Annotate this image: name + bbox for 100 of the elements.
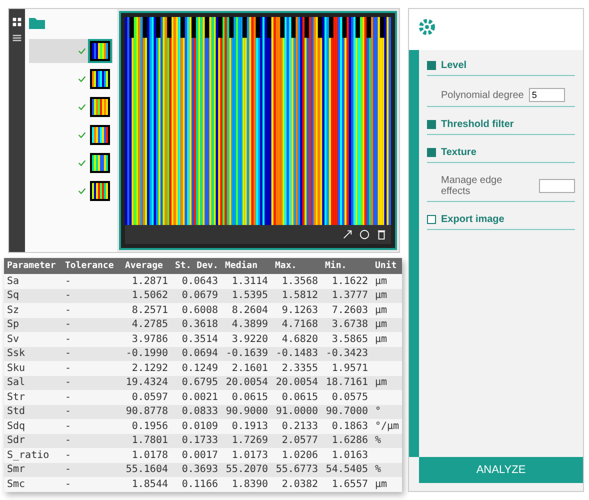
table-cell-text: 20.0054 (274, 377, 319, 388)
table-cell-text: -0.3423 (324, 348, 369, 360)
table-cell-text: 3.9786 (130, 334, 169, 345)
table-cell-text: Sa (6, 276, 20, 287)
table-cell-text: 0.2133 (280, 420, 319, 432)
table-cell-text: % (374, 464, 382, 476)
table-cell-text: 1.6286 (330, 435, 369, 446)
table-cell-text: µm (374, 304, 388, 316)
table-cell-text: 2.3355 (280, 362, 319, 374)
menu-icon[interactable] (12, 33, 22, 43)
table-cell-text: 1.3777 (330, 290, 369, 302)
column-header: St. Dev. (174, 261, 220, 271)
checkbox[interactable] (427, 148, 436, 157)
column-header: Unit (374, 261, 398, 271)
folder-icon[interactable] (29, 17, 45, 29)
table-cell-text: S_ratio (6, 450, 50, 461)
table-cell-text: 55.2070 (224, 464, 269, 476)
thumbnail-image[interactable] (90, 125, 110, 145)
table-cell-text: 1.5062 (130, 290, 169, 302)
circle-icon[interactable] (359, 229, 370, 240)
trash-icon[interactable] (376, 229, 387, 240)
table-cell-text: - (64, 450, 72, 461)
table-cell-text: -0.1483 (274, 348, 319, 360)
table-cell-text: 0.0575 (330, 392, 369, 403)
table-cell-text: 90.7000 (324, 406, 369, 418)
table-cell-text: 0.0679 (180, 290, 219, 302)
table-cell-text: Smc (6, 478, 26, 490)
table-cell-text: 18.7161 (324, 377, 369, 388)
table-cell-text: 1.6557 (330, 478, 369, 490)
thumbnail-image[interactable] (90, 181, 110, 201)
table-cell-text: 0.1863 (330, 420, 369, 432)
table-cell-text: 8.2571 (130, 304, 169, 316)
table-cell-text: Sp (6, 319, 20, 330)
table-cell-text: 0.0109 (180, 420, 219, 432)
table-cell-text: 4.7168 (280, 319, 319, 330)
table-cell-text: 90.9000 (224, 406, 269, 418)
table-cell-text: 0.0615 (230, 392, 269, 403)
table-cell-text: - (64, 392, 72, 403)
checkbox[interactable] (427, 120, 436, 129)
table-cell-text: 0.0017 (180, 450, 219, 461)
table-cell-text: 1.2871 (130, 276, 169, 287)
table-cell-text: 0.0643 (180, 276, 219, 287)
thumbnail-image[interactable] (90, 41, 110, 61)
table-cell-text: µm (374, 276, 388, 287)
table-cell-text: - (64, 348, 72, 360)
table-cell-text: 1.1622 (330, 276, 369, 287)
table-cell-text: 0.0615 (280, 392, 319, 403)
table-cell-text: µm (374, 478, 388, 490)
table-cell-text: - (64, 304, 72, 316)
table-cell-text: 0.6795 (180, 377, 219, 388)
table-cell-text: 0.0833 (180, 406, 219, 418)
table-cell-text: 2.1601 (230, 362, 269, 374)
option-label: Threshold filter (441, 119, 514, 130)
table-cell-text: 20.0054 (224, 377, 269, 388)
table-cell-text: 0.1733 (180, 435, 219, 446)
table-cell-text: 1.7269 (230, 435, 269, 446)
column-header: Min. (324, 261, 348, 271)
table-cell-text: 0.0694 (180, 348, 219, 360)
table-cell-text: 1.0206 (280, 450, 319, 461)
table-cell-text: 7.2603 (330, 304, 369, 316)
thumbnail-image[interactable] (90, 69, 110, 89)
option-label: Texture (441, 147, 476, 158)
table-cell-text: - (64, 406, 72, 418)
field-label: Manage edge effects (440, 175, 504, 197)
column-header: Parameter (6, 261, 57, 271)
table-cell-text: µm (374, 334, 388, 345)
table-cell-text: Sdr (6, 435, 26, 446)
table-cell-text: % (374, 435, 382, 446)
table-cell-text: 1.8390 (230, 478, 269, 490)
expand-icon[interactable] (342, 229, 353, 240)
input-field[interactable]: 5 (528, 88, 565, 102)
table-cell-text: - (64, 478, 72, 490)
file-item[interactable] (29, 39, 113, 63)
table-cell-text: Sdq (6, 420, 26, 432)
table-cell-text: - (64, 377, 72, 388)
column-header: Median (224, 261, 259, 271)
thumbnail-image[interactable] (90, 97, 110, 117)
table-cell-text: - (64, 464, 72, 476)
table-cell-text: 0.3693 (180, 464, 219, 476)
table-cell-text: 54.5405 (324, 464, 369, 476)
option-label: Level (441, 60, 467, 71)
table-cell-text: 1.0173 (230, 450, 269, 461)
table-cell-text: - (64, 334, 72, 345)
table-cell-text: 55.1604 (124, 464, 169, 476)
input-field[interactable] (539, 179, 575, 193)
table-cell-text: Sal (6, 377, 26, 388)
table-cell-text: 1.8544 (130, 478, 169, 490)
gear-icon (417, 17, 437, 37)
checkbox[interactable] (427, 215, 436, 224)
table-cell-text: µm (374, 319, 388, 330)
table-cell-text: - (64, 435, 72, 446)
table-cell-text: Std (6, 406, 26, 418)
thumbnail-image[interactable] (90, 153, 110, 173)
column-header: Average (124, 261, 164, 271)
table-cell-text: - (64, 319, 72, 330)
table-cell-text: 3.5865 (330, 334, 369, 345)
table-cell-text: 0.6008 (180, 304, 219, 316)
checkbox[interactable] (427, 61, 436, 70)
grid-icon[interactable] (12, 17, 22, 27)
table-cell-text: 2.0382 (280, 478, 319, 490)
